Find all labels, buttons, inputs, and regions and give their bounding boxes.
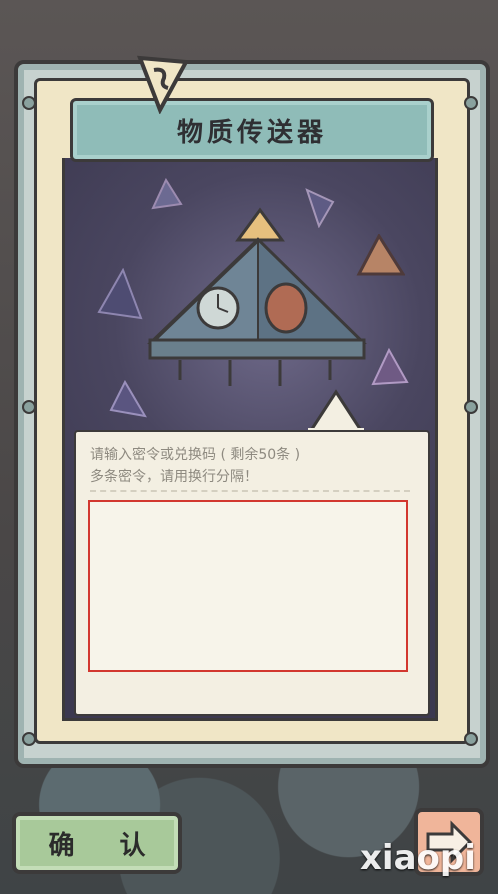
speech-tail — [307, 389, 365, 434]
teleport-swirl-icon — [136, 55, 190, 114]
confirm-button[interactable]: 确 认 — [12, 812, 182, 874]
code-input-field[interactable] — [88, 500, 408, 672]
pyramid-teleporter-icon — [147, 207, 367, 386]
bolt-icon — [464, 732, 478, 746]
bolt-icon — [464, 400, 478, 414]
page-title: 物质传送器 — [176, 117, 327, 148]
hint-text-line1: 请输入密令或兑换码 ( 剩余50条 ) — [90, 447, 301, 463]
bolt-icon — [22, 732, 36, 746]
hint-text-line2: 多条密令，请用换行分隔！ — [90, 469, 258, 485]
bolt-icon — [22, 400, 36, 414]
bolt-icon — [22, 96, 36, 110]
watermark-logo: xiaopi — [360, 838, 476, 878]
crystal-icon — [371, 348, 409, 386]
bolt-icon — [464, 96, 478, 110]
divider — [90, 490, 410, 492]
crystal-icon — [97, 268, 143, 320]
